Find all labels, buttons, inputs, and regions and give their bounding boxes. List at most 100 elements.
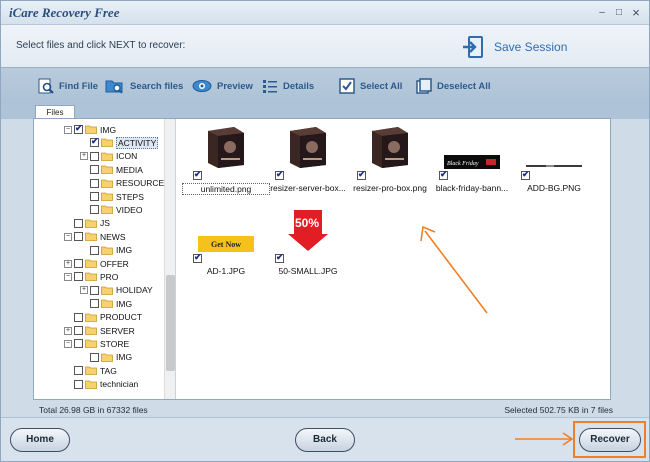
file-checkbox[interactable] bbox=[439, 169, 448, 180]
expand-icon[interactable]: + bbox=[80, 286, 88, 295]
folder-icon bbox=[101, 286, 113, 295]
deselect-all-button[interactable]: Deselect All bbox=[416, 77, 491, 95]
tree-node[interactable]: VIDEO bbox=[80, 203, 142, 216]
tree-node-checkbox[interactable] bbox=[90, 165, 99, 175]
close-button[interactable]: × bbox=[629, 6, 643, 19]
tree-node-checkbox[interactable] bbox=[90, 151, 99, 161]
tree-node-checkbox[interactable] bbox=[90, 192, 99, 201]
tree-node-checkbox[interactable] bbox=[74, 259, 83, 268]
file-item[interactable]: resizer-server-box... bbox=[267, 123, 349, 203]
tree-node[interactable]: JS bbox=[64, 217, 110, 230]
total-files-status: Total 26.98 GB in 67332 files bbox=[39, 405, 148, 415]
file-checkbox[interactable] bbox=[275, 169, 284, 180]
tree-node[interactable]: STEPS bbox=[80, 190, 144, 203]
folder-icon bbox=[85, 380, 97, 389]
folder-icon bbox=[85, 272, 97, 282]
tree-node[interactable]: RESOURCE bbox=[80, 177, 164, 190]
tree-node-checkbox[interactable] bbox=[74, 123, 83, 134]
collapse-icon[interactable]: − bbox=[64, 125, 72, 134]
tree-node-label: HOLIDAY bbox=[116, 285, 153, 296]
tree-node-label: SERVER bbox=[100, 325, 135, 336]
tree-node[interactable]: IMG bbox=[80, 351, 132, 364]
tree-node[interactable]: technician bbox=[64, 378, 138, 391]
details-button[interactable]: Details bbox=[262, 77, 314, 95]
file-checkbox[interactable] bbox=[521, 169, 530, 180]
tree-node-label: STEPS bbox=[116, 191, 144, 202]
folder-icon bbox=[85, 125, 97, 134]
tree-node[interactable]: − IMG bbox=[64, 123, 116, 136]
collapse-icon[interactable]: − bbox=[64, 339, 72, 348]
tree-node-label: IMG bbox=[116, 298, 133, 309]
tree-node-checkbox[interactable] bbox=[74, 218, 83, 228]
tree-node-label: NEWS bbox=[100, 231, 126, 242]
file-item[interactable]: Get Now AD-1.JPG bbox=[185, 206, 267, 286]
tree-node-checkbox[interactable] bbox=[74, 339, 83, 349]
tree-node[interactable]: PRODUCT bbox=[64, 311, 142, 324]
home-button[interactable]: Home bbox=[10, 428, 70, 452]
tree-node-checkbox[interactable] bbox=[90, 205, 99, 215]
tree-node-checkbox[interactable] bbox=[90, 299, 99, 309]
tree-node[interactable]: − NEWS bbox=[64, 230, 126, 243]
tree-node-checkbox[interactable] bbox=[74, 232, 83, 242]
tree-node[interactable]: − PRO bbox=[64, 270, 118, 283]
tree-node-checkbox[interactable] bbox=[74, 366, 83, 376]
tree-node-label: PRODUCT bbox=[100, 312, 143, 323]
expand-icon[interactable]: + bbox=[64, 259, 72, 268]
expand-icon[interactable]: + bbox=[64, 326, 72, 335]
file-item[interactable]: resizer-pro-box.png bbox=[349, 123, 431, 203]
thumb-caption: Black Friday bbox=[447, 161, 479, 167]
tab-files[interactable]: Files bbox=[35, 105, 75, 119]
tree-node[interactable]: IMG bbox=[80, 297, 132, 310]
tree-node-checkbox[interactable] bbox=[90, 352, 99, 362]
file-item[interactable]: 50% 50-SMALL.JPG bbox=[267, 206, 349, 286]
tree-node-checkbox[interactable] bbox=[90, 178, 99, 188]
minimize-button[interactable]: – bbox=[595, 6, 609, 19]
back-button[interactable]: Back bbox=[295, 428, 355, 452]
tree-node-checkbox[interactable] bbox=[90, 245, 99, 255]
tree-scrollbar[interactable] bbox=[164, 119, 175, 399]
tree-node-label: IMG bbox=[116, 245, 133, 256]
collapse-icon[interactable]: − bbox=[64, 232, 72, 241]
tree-scrollbar-thumb[interactable] bbox=[166, 275, 175, 371]
file-thumbnail bbox=[513, 123, 595, 169]
file-thumbnail bbox=[185, 123, 267, 169]
tree-node[interactable]: MEDIA bbox=[80, 163, 143, 176]
tree-node-checkbox[interactable] bbox=[90, 136, 99, 148]
file-checkbox[interactable] bbox=[275, 252, 284, 263]
file-item[interactable]: Black Friday black-friday-bann... bbox=[431, 123, 513, 203]
instruction-text: Select files and click NEXT to recover: bbox=[16, 40, 186, 51]
tree-node[interactable]: + OFFER bbox=[64, 257, 129, 270]
tree-node[interactable]: IMG bbox=[80, 244, 132, 257]
tree-node[interactable]: + ICON bbox=[80, 150, 137, 163]
search-files-button[interactable]: Search files bbox=[105, 77, 183, 95]
save-session-icon bbox=[463, 36, 483, 58]
save-session-button[interactable]: Save Session bbox=[462, 34, 567, 60]
tree-node-checkbox[interactable] bbox=[90, 285, 99, 295]
folder-tree[interactable]: −IMGACTIVITY+ICONMEDIARESOURCESTEPSVIDEO… bbox=[34, 119, 176, 399]
tree-node-checkbox[interactable] bbox=[74, 312, 83, 322]
folder-icon bbox=[101, 165, 113, 175]
find-file-button[interactable]: Find File bbox=[38, 77, 98, 95]
tree-node-label: VIDEO bbox=[116, 204, 143, 215]
file-item[interactable]: unlimited.png bbox=[182, 123, 270, 203]
file-name: unlimited.png bbox=[182, 183, 270, 195]
tree-node-checkbox[interactable] bbox=[74, 379, 83, 389]
file-checkbox[interactable] bbox=[193, 169, 202, 180]
tree-node[interactable]: + HOLIDAY bbox=[80, 284, 153, 297]
tree-node[interactable]: TAG bbox=[64, 364, 117, 377]
tree-node[interactable]: ACTIVITY bbox=[80, 136, 159, 149]
file-checkbox[interactable] bbox=[193, 252, 202, 263]
title-bar[interactable]: iCare Recovery Free – □ × bbox=[1, 1, 649, 25]
file-checkbox[interactable] bbox=[357, 169, 366, 180]
tree-node-checkbox[interactable] bbox=[74, 326, 83, 335]
file-name: black-friday-bann... bbox=[435, 183, 509, 193]
select-all-button[interactable]: Select All bbox=[339, 77, 402, 95]
expand-icon[interactable]: + bbox=[80, 152, 88, 161]
file-item[interactable]: ADD-BG.PNG bbox=[513, 123, 595, 203]
maximize-button[interactable]: □ bbox=[612, 6, 626, 19]
collapse-icon[interactable]: − bbox=[64, 272, 72, 281]
preview-button[interactable]: Preview bbox=[192, 77, 253, 95]
tree-node[interactable]: − STORE bbox=[64, 337, 129, 350]
tree-node[interactable]: + SERVER bbox=[64, 324, 135, 337]
tree-node-checkbox[interactable] bbox=[74, 272, 83, 282]
